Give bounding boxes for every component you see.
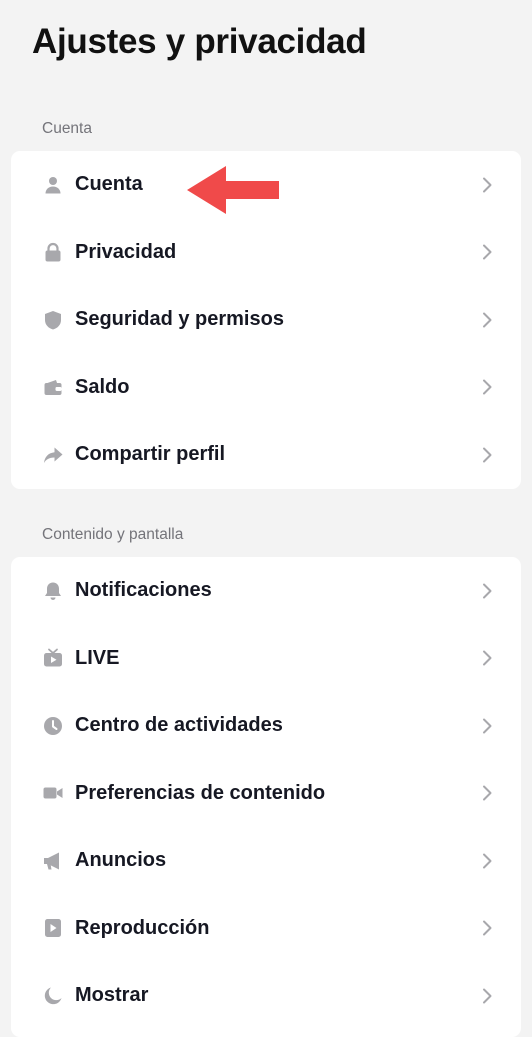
page-title: Ajustes y privacidad [32,22,367,61]
settings-item-preferencias-contenido[interactable]: Preferencias de contenido [11,760,521,828]
clock-icon [43,716,63,736]
lock-icon [43,242,63,262]
settings-item-label: Anuncios [75,849,167,872]
settings-item-seguridad[interactable]: Seguridad y permisos [11,286,521,354]
chevron-right-icon [481,243,493,261]
video-camera-icon [43,783,63,803]
chevron-right-icon [481,987,493,1005]
chevron-right-icon [481,311,493,329]
section-label-contenido: Contenido y pantalla [42,526,184,543]
play-icon [43,918,63,938]
settings-item-reproduccion[interactable]: Reproducción [11,895,521,963]
chevron-right-icon [481,378,493,396]
settings-item-label: Reproducción [75,916,210,939]
chevron-right-icon [481,649,493,667]
chevron-right-icon [481,582,493,600]
chevron-right-icon [481,176,493,194]
settings-item-label: Notificaciones [75,579,212,602]
settings-item-anuncios[interactable]: Anuncios [11,827,521,895]
settings-item-label: Centro de actividades [75,714,283,737]
settings-card-contenido: Notificaciones LIVE Centro de actividade… [11,557,521,1037]
chevron-right-icon [481,446,493,464]
chevron-right-icon [481,717,493,735]
settings-item-label: Privacidad [75,240,177,263]
shield-icon [43,310,63,330]
chevron-right-icon [481,784,493,802]
moon-icon [43,986,63,1006]
settings-item-compartir-perfil[interactable]: Compartir perfil [11,421,521,489]
red-arrow-pointer-icon [186,165,280,215]
settings-item-saldo[interactable]: Saldo [11,354,521,422]
share-arrow-icon [43,445,63,465]
settings-item-label: Saldo [75,375,130,398]
settings-item-label: Preferencias de contenido [75,781,326,804]
bell-icon [43,581,63,601]
settings-item-label: Compartir perfil [75,443,226,466]
wallet-icon [43,377,63,397]
settings-item-privacidad[interactable]: Privacidad [11,219,521,287]
chevron-right-icon [481,919,493,937]
section-label-cuenta: Cuenta [42,120,92,137]
settings-item-label: Seguridad y permisos [75,308,284,331]
settings-item-centro-actividades[interactable]: Centro de actividades [11,692,521,760]
chevron-right-icon [481,852,493,870]
tv-icon [43,648,63,668]
settings-item-label: Mostrar [75,984,149,1007]
settings-item-label: LIVE [75,646,120,669]
settings-item-mostrar[interactable]: Mostrar [11,962,521,1030]
settings-item-label: Cuenta [75,173,143,196]
settings-item-live[interactable]: LIVE [11,625,521,693]
settings-item-notificaciones[interactable]: Notificaciones [11,557,521,625]
megaphone-icon [43,851,63,871]
person-icon [43,175,63,195]
